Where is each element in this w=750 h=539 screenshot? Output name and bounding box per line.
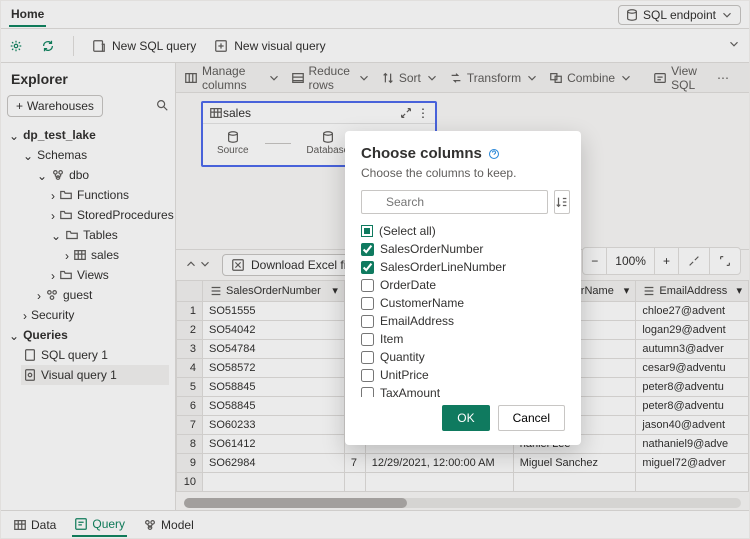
ok-button[interactable]: OK: [442, 405, 489, 431]
column-label: Quantity: [380, 350, 425, 364]
column-item[interactable]: EmailAddress: [361, 312, 565, 330]
modal-subtitle: Choose the columns to keep.: [361, 166, 565, 180]
column-label: SalesOrderLineNumber: [380, 260, 506, 274]
column-checkbox[interactable]: [361, 333, 374, 346]
cancel-button[interactable]: Cancel: [498, 405, 565, 431]
column-item[interactable]: CustomerName: [361, 294, 565, 312]
column-item[interactable]: SalesOrderNumber: [361, 240, 565, 258]
column-item[interactable]: SalesOrderLineNumber: [361, 258, 565, 276]
column-checkbox[interactable]: [361, 261, 374, 274]
column-label: Item: [380, 332, 403, 346]
column-item[interactable]: TaxAmount: [361, 384, 565, 397]
help-icon[interactable]: [488, 148, 500, 160]
modal-title: Choose columns: [361, 145, 482, 162]
column-item[interactable]: Item: [361, 330, 565, 348]
column-item[interactable]: Quantity: [361, 348, 565, 366]
select-all-label: (Select all): [379, 224, 436, 238]
column-item[interactable]: UnitPrice: [361, 366, 565, 384]
column-label: TaxAmount: [380, 386, 440, 397]
column-checkbox[interactable]: [361, 297, 374, 310]
column-checkbox[interactable]: [361, 279, 374, 292]
column-label: UnitPrice: [380, 368, 429, 382]
column-checkbox[interactable]: [361, 315, 374, 328]
sort-columns-button[interactable]: [554, 190, 570, 214]
choose-columns-dialog: Choose columns Choose the columns to kee…: [345, 131, 581, 445]
column-checkbox[interactable]: [361, 243, 374, 256]
column-label: SalesOrderNumber: [380, 242, 483, 256]
column-checkbox[interactable]: [361, 351, 374, 364]
column-checkbox[interactable]: [361, 369, 374, 382]
column-list: (Select all) SalesOrderNumber SalesOrderL…: [361, 222, 565, 397]
column-label: EmailAddress: [380, 314, 454, 328]
select-all-row[interactable]: (Select all): [361, 222, 565, 240]
sort-az-icon: [555, 195, 569, 209]
column-label: CustomerName: [380, 296, 464, 310]
column-label: OrderDate: [380, 278, 436, 292]
select-all-checkbox[interactable]: [361, 225, 373, 237]
column-item[interactable]: OrderDate: [361, 276, 565, 294]
column-checkbox[interactable]: [361, 387, 374, 398]
column-search-input[interactable]: [361, 190, 548, 214]
